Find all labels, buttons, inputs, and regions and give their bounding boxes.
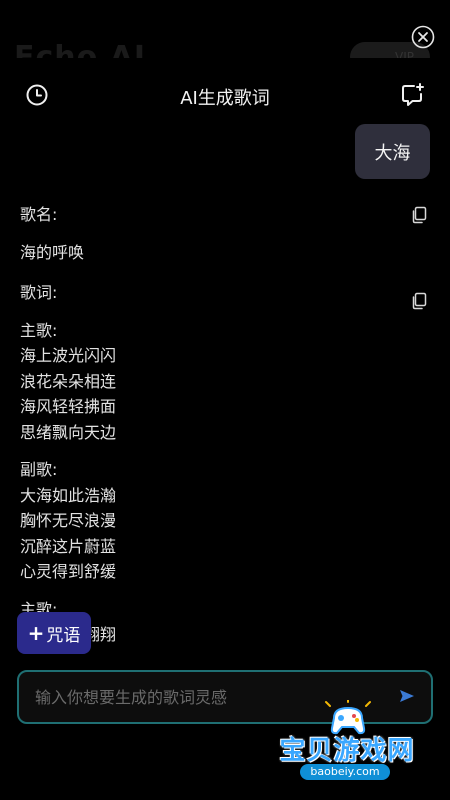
- watermark-text: 宝贝游戏网: [279, 736, 415, 766]
- ai-reply: 歌名: 海的呼唤 歌词: 主歌: 海上波光闪闪 浪花朵朵相连 海风轻轻拂面 思绪…: [20, 202, 440, 657]
- verse-1: 主歌: 海上波光闪闪 浪花朵朵相连 海风轻轻拂面 思绪飘向天边: [20, 318, 440, 446]
- lyric-line: 大海如此浩瀚: [20, 485, 117, 505]
- lyric-line: 沉醉这片蔚蓝: [20, 536, 117, 556]
- watermark-url: baobeiy.com: [300, 764, 390, 780]
- header: AI生成歌词: [0, 58, 450, 132]
- user-message-bubble: 大海: [355, 124, 430, 179]
- song-name: 海的呼唤: [20, 242, 85, 262]
- verse-label: 主歌:: [20, 320, 58, 340]
- lyrics-label: 歌词:: [20, 283, 58, 302]
- chorus: 副歌: 大海如此浩瀚 胸怀无尽浪漫 沉醉这片蔚蓝 心灵得到舒缓: [20, 457, 440, 585]
- add-spell-button[interactable]: + 咒语: [17, 612, 91, 654]
- lyric-line: 胸怀无尽浪漫: [20, 511, 117, 530]
- lyric-line: 海风轻轻拂面: [20, 397, 117, 416]
- page-title: AI生成歌词: [180, 88, 270, 109]
- spell-button-label: 咒语: [46, 625, 81, 646]
- lyric-line: 浪花朵朵相连: [20, 371, 117, 391]
- plus-icon: +: [27, 621, 45, 645]
- new-chat-icon[interactable]: [400, 82, 426, 108]
- close-icon[interactable]: [411, 25, 435, 49]
- lyric-line: 海上波光闪闪: [20, 346, 117, 365]
- watermark: 宝贝游戏网 baobeiy.com: [272, 700, 422, 786]
- chorus-label: 副歌:: [20, 460, 58, 479]
- lyric-line: 心灵得到舒缓: [20, 562, 117, 581]
- lyric-line: 思绪飘向天边: [20, 422, 117, 442]
- song-name-label: 歌名:: [20, 205, 58, 224]
